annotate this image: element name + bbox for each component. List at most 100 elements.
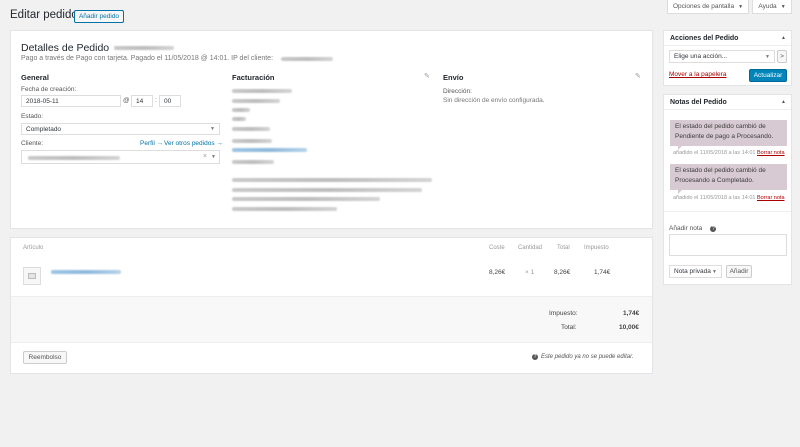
order-title: Detalles de Pedido <box>21 42 110 54</box>
billing-email-redacted <box>232 148 307 152</box>
refund-button[interactable]: Reembolso <box>23 351 67 364</box>
item-quantity: × 1 <box>525 269 535 276</box>
note-timestamp: añadido el 11/05/2018 a las 14:01 <box>673 150 756 156</box>
note-type-select[interactable]: Nota privada ▼ <box>669 265 722 278</box>
customer-other-orders-link[interactable]: Ver otros pedidos → <box>164 140 223 147</box>
item-cost: 8,26€ <box>489 269 506 276</box>
billing-line-redacted <box>232 117 246 121</box>
order-action-select[interactable]: Elige una acción... ▼ <box>669 50 775 63</box>
column-header: Cantidad <box>518 245 543 251</box>
order-actions-box: Acciones del Pedido ▲ Elige una acción..… <box>663 30 792 86</box>
billing-line-redacted <box>232 188 422 192</box>
triangle-down-icon: ▼ <box>712 268 717 275</box>
billing-line-redacted <box>232 99 280 103</box>
shipping-heading: Envío <box>443 73 464 82</box>
pencil-icon[interactable]: ✎ <box>424 72 430 80</box>
column-header: Coste <box>489 245 505 251</box>
update-button[interactable]: Actualizar <box>749 69 787 82</box>
triangle-up-icon[interactable]: ▲ <box>781 35 786 41</box>
item-tax: 1,74€ <box>594 269 611 276</box>
billing-line-redacted <box>232 207 337 211</box>
order-note: El estado del pedido cambió de Procesand… <box>670 164 787 190</box>
triangle-down-icon: ▼ <box>211 154 216 160</box>
column-header: Artículo <box>23 245 44 251</box>
info-icon: ? <box>532 354 538 360</box>
product-name-redacted[interactable] <box>51 270 121 274</box>
order-note: El estado del pedido cambió de Pendiente… <box>670 120 787 146</box>
order-subtitle: Pago a través de Pago con tarjeta. Pagad… <box>21 55 274 62</box>
not-editable-notice: ? Este pedido ya no se puede editar. <box>532 354 634 360</box>
date-at-separator: @ <box>123 97 130 104</box>
tax-total-label: Impuesto: <box>549 310 578 317</box>
shipping-address-label: Dirección: <box>443 88 472 95</box>
delete-note-link[interactable]: Borrar nota <box>757 150 785 156</box>
status-label: Estado: <box>21 113 44 120</box>
column-header: Total <box>557 245 570 251</box>
note-timestamp: añadido el 11/05/2018 a las 14:01 <box>673 195 756 201</box>
move-to-trash-link[interactable]: Mover a la papelera <box>669 71 726 78</box>
triangle-down-icon: ▼ <box>765 53 770 60</box>
items-header-row: Artículo Coste Cantidad Total Impuesto <box>11 238 652 258</box>
order-number-redacted <box>114 46 174 50</box>
order-total-value: 10,00€ <box>619 324 639 331</box>
created-date-label: Fecha de creación: <box>21 86 77 93</box>
shipping-address-value: Sin dirección de envío configurada. <box>443 97 545 104</box>
add-order-button[interactable]: Añadir pedido <box>74 10 124 23</box>
customer-label: Cliente: <box>21 140 44 147</box>
order-minute-input[interactable]: 00 <box>159 95 181 107</box>
order-notes-heading: Notas del Pedido <box>670 99 727 106</box>
customer-ip-redacted <box>281 57 333 61</box>
billing-line-redacted <box>232 89 292 93</box>
status-select[interactable]: Completado ▼ <box>21 123 220 135</box>
order-notes-box: Notas del Pedido ▲ El estado del pedido … <box>663 94 792 285</box>
billing-heading: Facturación <box>232 73 275 82</box>
order-items-panel: Artículo Coste Cantidad Total Impuesto 8… <box>10 237 653 374</box>
order-total-label: Total: <box>561 324 577 331</box>
tax-total-value: 1,74€ <box>623 310 640 317</box>
page-title: Editar pedido <box>10 9 78 21</box>
totals-section: Impuesto: 1,74€ Total: 10,00€ <box>11 296 652 343</box>
image-placeholder-icon <box>23 267 41 285</box>
not-editable-text: Este pedido ya no se puede editar. <box>541 354 634 360</box>
note-meta: añadido el 11/05/2018 a las 14:01 Borrar… <box>673 195 785 201</box>
general-heading: General <box>21 73 49 82</box>
billing-line-redacted <box>232 139 272 143</box>
note-meta: añadido el 11/05/2018 a las 14:01 Borrar… <box>673 150 785 156</box>
order-action-value: Elige una acción... <box>674 53 728 60</box>
billing-line-redacted <box>232 160 274 164</box>
delete-note-link[interactable]: Borrar nota <box>757 195 785 201</box>
customer-select[interactable]: × ▼ <box>21 150 220 164</box>
customer-profile-link[interactable]: Perfil → <box>140 140 163 147</box>
billing-line-redacted <box>232 178 432 182</box>
order-date-input[interactable]: 2018-05-11 <box>21 95 121 107</box>
screen-options-label: Opciones de pantalla <box>672 3 735 10</box>
pencil-icon[interactable]: ✎ <box>635 72 641 80</box>
billing-line-redacted <box>232 127 270 131</box>
table-row: 8,26€ × 1 8,26€ 1,74€ <box>11 258 652 296</box>
apply-action-button[interactable]: > <box>777 50 787 63</box>
screen-options-button[interactable]: Opciones de pantalla ▼ <box>667 0 749 14</box>
help-icon[interactable]: ? <box>710 225 717 232</box>
billing-line-redacted <box>232 197 380 201</box>
triangle-down-icon: ▼ <box>780 3 786 10</box>
add-note-button[interactable]: Añadir <box>726 265 752 278</box>
column-header: Impuesto <box>584 245 609 251</box>
order-actions-heading: Acciones del Pedido <box>670 35 739 42</box>
help-label: Ayuda <box>758 3 777 10</box>
time-colon-separator: : <box>155 97 157 104</box>
note-textarea[interactable] <box>669 234 787 256</box>
clear-customer-icon[interactable]: × <box>203 153 207 160</box>
add-note-label-text: Añadir nota <box>669 225 703 232</box>
triangle-down-icon: ▼ <box>210 126 215 132</box>
triangle-up-icon[interactable]: ▲ <box>781 99 786 105</box>
billing-line-redacted <box>232 108 250 112</box>
add-note-label: Añadir nota ? <box>669 225 717 232</box>
note-type-value: Nota privada <box>674 268 711 275</box>
triangle-down-icon: ▼ <box>738 3 744 10</box>
order-details-panel: Detalles de Pedido Pago a través de Pago… <box>10 30 653 229</box>
status-value: Completado <box>26 125 62 133</box>
item-total: 8,26€ <box>554 269 571 276</box>
customer-name-redacted <box>28 156 120 160</box>
order-hour-input[interactable]: 14 <box>131 95 153 107</box>
help-button[interactable]: Ayuda ▼ <box>752 0 792 14</box>
